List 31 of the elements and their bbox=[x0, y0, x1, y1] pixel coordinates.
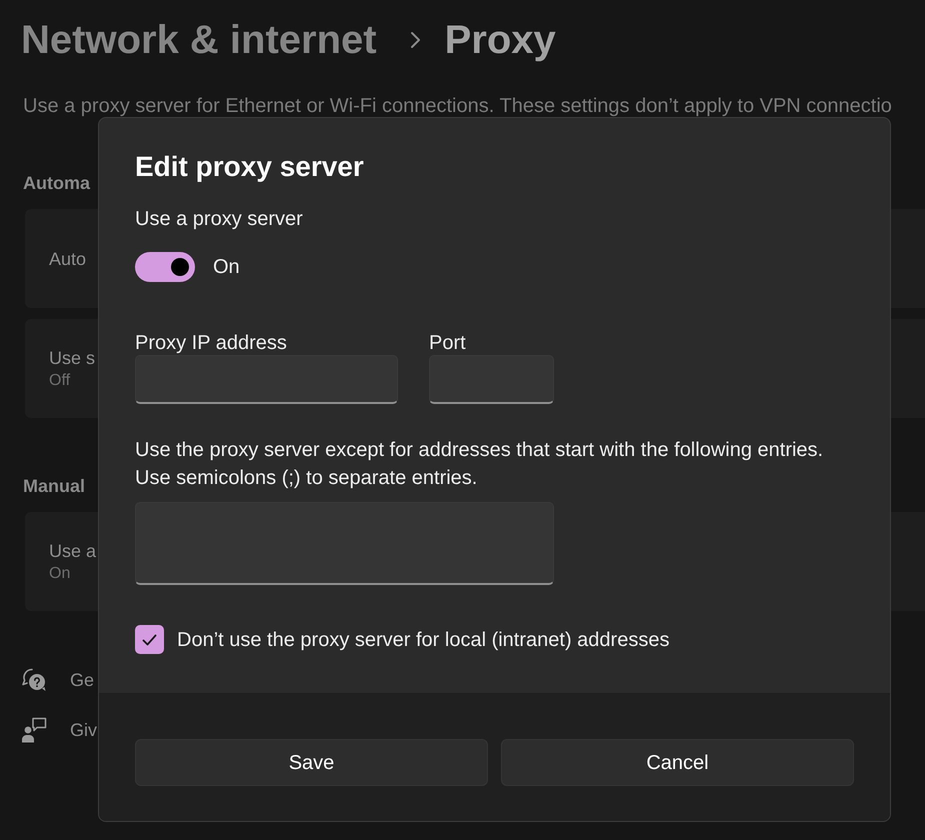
exceptions-field[interactable] bbox=[135, 502, 554, 585]
help-icon bbox=[21, 667, 47, 693]
input-field[interactable] bbox=[135, 355, 398, 404]
page-link[interactable]: Giv bbox=[70, 718, 97, 742]
checkbox[interactable] bbox=[135, 625, 164, 654]
setting-title: Use s bbox=[49, 346, 96, 370]
page-description: Use a proxy server for Ethernet or Wi-Fi connections. These settings don’t apply to VPN connectio bbox=[23, 94, 892, 118]
toggle-switch[interactable] bbox=[135, 252, 195, 282]
checkmark-icon bbox=[142, 634, 157, 646]
setting-title: Use a bbox=[49, 540, 96, 562]
chevron-right-icon bbox=[408, 31, 421, 49]
setting-status: Off bbox=[49, 370, 70, 390]
page-title[interactable]: Network & internet bbox=[21, 14, 377, 66]
cancel-button[interactable]: Cancel bbox=[501, 739, 854, 786]
page-subtitle: Proxy bbox=[444, 17, 556, 64]
input-field[interactable] bbox=[429, 355, 554, 404]
person-speech-bubble-icon bbox=[21, 717, 47, 743]
section-heading: Manual bbox=[23, 475, 86, 497]
field-label: Proxy IP address bbox=[135, 331, 287, 355]
toggle-label: Use a proxy server bbox=[135, 207, 303, 231]
section-heading: Automa bbox=[23, 172, 90, 194]
toggle-state: On bbox=[213, 255, 240, 279]
toggle-knob-icon bbox=[171, 258, 189, 276]
setting-status: On bbox=[49, 564, 70, 584]
setting-title: Auto bbox=[49, 248, 86, 270]
exceptions-description: Use the proxy server except for addresses that start with the following entries. Use semicolons (;) to separate entries. bbox=[135, 438, 824, 491]
dialog-title: Edit proxy server bbox=[135, 150, 364, 184]
field-label: Port bbox=[429, 331, 466, 355]
save-button[interactable]: Save bbox=[135, 739, 488, 786]
page-link[interactable]: Ge bbox=[70, 668, 94, 692]
checkbox-label: Don’t use the proxy server for local (intranet) addresses bbox=[177, 628, 670, 652]
